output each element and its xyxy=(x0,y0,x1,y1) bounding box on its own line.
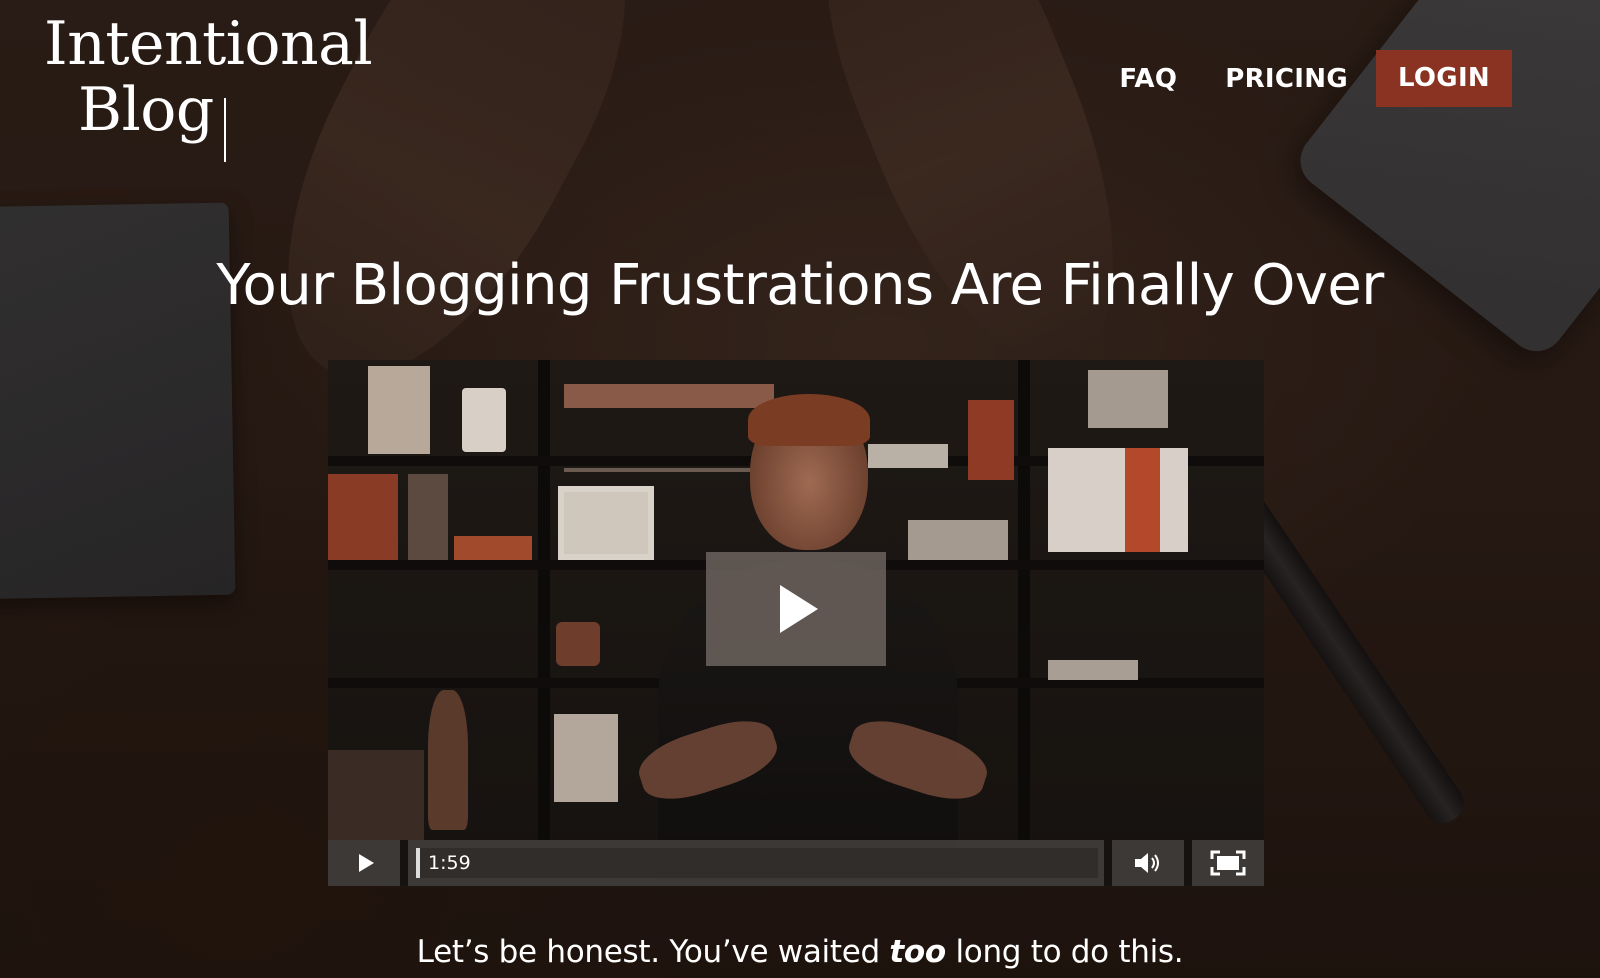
shelf-pillow xyxy=(1048,448,1188,552)
tagline-text-after: long to do this. xyxy=(945,934,1184,970)
shelf-books-red xyxy=(968,400,1014,480)
nav-pricing-link[interactable]: PRICING xyxy=(1225,64,1348,94)
logo-line-2: Blog xyxy=(78,75,214,145)
nav-login-button[interactable]: LOGIN xyxy=(1375,50,1512,107)
shelf-divider xyxy=(538,360,550,840)
shelf-books xyxy=(408,474,448,560)
tagline-text-before: Let’s be honest. You’ve waited xyxy=(416,934,890,970)
shelf-books-red xyxy=(328,474,398,560)
video-duration: 1:59 xyxy=(428,852,471,874)
tagline-emphasis: too xyxy=(889,934,946,970)
shelf-books-bottom xyxy=(328,750,424,840)
fullscreen-icon xyxy=(1210,850,1246,876)
shelf-books-flat xyxy=(1048,660,1138,680)
shelf-letter-j xyxy=(462,388,506,452)
nav-faq-link[interactable]: FAQ xyxy=(1119,64,1177,94)
fullscreen-button[interactable] xyxy=(1192,840,1264,886)
progress-track xyxy=(416,848,1098,878)
shelf-book-cover xyxy=(554,714,618,802)
volume-button[interactable] xyxy=(1112,840,1184,886)
shelf-books-flat xyxy=(454,536,532,560)
progress-handle[interactable] xyxy=(416,848,420,878)
site-logo[interactable]: Intentional Blog xyxy=(44,9,404,162)
play-button-large[interactable] xyxy=(706,552,886,666)
video-player[interactable]: 1:59 xyxy=(328,360,1264,886)
logo-cursor-bar xyxy=(224,98,226,162)
shelf-mug xyxy=(556,622,600,666)
main-nav: FAQ PRICING LOGIN xyxy=(1119,50,1512,107)
control-play-button[interactable] xyxy=(328,840,400,886)
hero-tagline: Let’s be honest. You’ve waited too long … xyxy=(0,934,1600,970)
shelf-photo-frame-right xyxy=(1088,370,1168,428)
progress-bar[interactable]: 1:59 xyxy=(408,840,1104,886)
shelf-book-open xyxy=(368,366,430,454)
play-small-icon xyxy=(359,854,374,872)
shelf-divider xyxy=(1018,360,1030,840)
video-controls: 1:59 xyxy=(328,840,1264,886)
volume-icon xyxy=(1135,853,1159,873)
hero-headline: Your Blogging Frustrations Are Finally O… xyxy=(216,253,1384,318)
guitar xyxy=(428,690,468,830)
logo-line-1: Intentional xyxy=(44,9,373,79)
shelf-photo-frame xyxy=(558,486,654,560)
play-icon xyxy=(780,585,818,633)
